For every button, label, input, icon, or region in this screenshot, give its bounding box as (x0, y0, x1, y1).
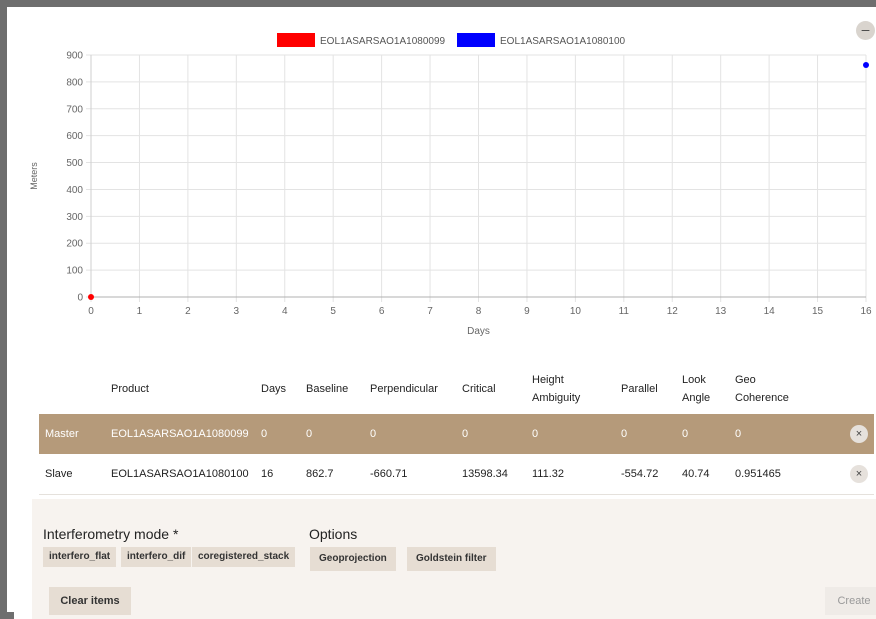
x-axis-label: Days (467, 326, 490, 337)
x-tick-label: 4 (282, 306, 288, 317)
cell-look-angle: 0 (676, 414, 729, 454)
x-tick-label: 10 (570, 306, 582, 317)
cell-role: Slave (39, 454, 105, 494)
y-tick-label: 700 (66, 104, 83, 115)
mode-chip-interfero-flat[interactable]: interfero_flat (43, 547, 117, 567)
y-tick-label: 200 (66, 239, 83, 250)
options-title: Options (309, 526, 358, 542)
x-tick-label: 1 (137, 306, 143, 317)
main-panel: 0 1 2 3 4 5 6 7 8 9 10 11 12 13 14 15 16 0 100 200 300 400 500… (14, 14, 876, 619)
col-header-role (39, 364, 105, 414)
x-tick-label: 7 (427, 306, 433, 317)
table-row-slave[interactable]: Slave EOL1ASARSAO1A1080100 16 862.7 -660… (39, 454, 874, 494)
y-tick-label: 100 (66, 266, 83, 277)
interferometry-mode-title: Interferometry mode * (43, 526, 179, 542)
mode-chip-interfero-dif[interactable]: interfero_dif (121, 547, 192, 567)
clear-items-button[interactable]: Clear items (49, 587, 131, 615)
y-tick-label: 500 (66, 158, 83, 169)
settings-panel: Interferometry mode * interfero_flat int… (32, 499, 876, 619)
cell-baseline: 862.7 (300, 454, 364, 494)
chart-svg: 0 1 2 3 4 5 6 7 8 9 10 11 12 13 14 15 160100200300400500… (29, 33, 872, 337)
cell-parallel: -554.72 (615, 454, 676, 494)
y-tick-label: 400 (66, 185, 83, 196)
cell-product: EOL1ASARSAO1A1080100 (105, 454, 255, 494)
x-tick-label: 9 (524, 306, 530, 317)
x-tick-label: 3 (234, 306, 240, 317)
x-tick-label: 0 (88, 306, 94, 317)
data-point (863, 62, 869, 69)
cell-height-ambiguity: 111.32 (526, 454, 615, 494)
col-header-parallel: Parallel (621, 383, 658, 395)
x-tick-label: 15 (812, 306, 824, 317)
y-axis-label: Meters (29, 162, 39, 190)
cell-geo-coherence: 0.951465 (729, 454, 819, 494)
cell-perpendicular: -660.71 (364, 454, 456, 494)
x-tick-label: 2 (185, 306, 191, 317)
cell-days: 0 (255, 414, 300, 454)
col-header-product: Product (111, 383, 149, 395)
cell-baseline: 0 (300, 414, 364, 454)
legend-label: EOL1ASARSAO1A1080099 (320, 36, 446, 47)
remove-master-button[interactable]: × (850, 425, 868, 443)
cell-critical: 0 (456, 414, 526, 454)
col-header-perpendicular: Perpendicular (370, 383, 438, 395)
y-tick-label: 900 (66, 51, 83, 62)
cell-geo-coherence: 0 (729, 414, 819, 454)
x-tick-label: 6 (379, 306, 385, 317)
collapse-button[interactable]: – (856, 21, 875, 40)
cell-perpendicular: 0 (364, 414, 456, 454)
x-tick-label: 11 (619, 306, 630, 317)
table-row-master[interactable]: Master EOL1ASARSAO1A1080099 0 0 0 0 0 0 … (39, 414, 874, 454)
mode-chip-coregistered-stack[interactable]: coregistered_stack (192, 547, 296, 567)
x-tick-label: 14 (764, 306, 776, 317)
cell-role: Master (39, 414, 105, 454)
y-tick-label: 600 (66, 131, 83, 142)
option-geoprojection-button[interactable]: Geoprojection (310, 547, 396, 571)
remove-slave-button[interactable]: × (850, 464, 868, 483)
look-angle-label: Look Angle (682, 374, 711, 404)
y-tick-label: 800 (66, 77, 83, 88)
cell-days: 16 (255, 454, 300, 494)
col-header-actions (819, 364, 874, 414)
option-goldstein-filter-button[interactable]: Goldstein filter (407, 547, 496, 571)
legend-swatch (457, 33, 495, 47)
x-tick-label: 13 (715, 306, 727, 317)
legend-label: EOL1ASARSAO1A1080100 (500, 36, 626, 47)
col-header-days: Days (261, 383, 287, 395)
create-button[interactable]: Create (825, 587, 876, 615)
window-frame: 0 1 2 3 4 5 6 7 8 9 10 11 12 13 14 15 16 0 100 200 300 400 500… (0, 0, 876, 619)
col-header-baseline: Baseline (306, 383, 349, 395)
products-table: Product Days Baseline Perpendicular Crit… (39, 364, 874, 495)
table-header-row: Product Days Baseline Perpendicular Crit… (39, 364, 874, 414)
cell-remove: × (819, 414, 874, 454)
geo-coherence-label: Geo Coherence (735, 374, 789, 404)
y-tick-label: 0 (77, 293, 83, 304)
height-ambiguity-label: Height Ambiguity (532, 374, 581, 404)
x-tick-label: 12 (667, 306, 679, 317)
cell-parallel: 0 (615, 414, 676, 454)
x-tick-label: 5 (330, 306, 336, 317)
x-tick-label: 8 (476, 306, 482, 317)
cell-product: EOL1ASARSAO1A1080099 (105, 414, 255, 454)
baseline-chart: 0 1 2 3 4 5 6 7 8 9 10 11 12 13 14 15 16 0 100 200 300 400 500… (14, 14, 876, 359)
col-header-look-angle: Look Angle (676, 364, 729, 414)
cell-remove: × (819, 454, 874, 494)
col-header-geo-coherence: Geo Coherence (729, 364, 819, 414)
data-point (88, 294, 94, 300)
col-header-critical: Critical (462, 383, 496, 395)
y-tick-label: 300 (66, 212, 83, 223)
cell-critical: 13598.34 (456, 454, 526, 494)
cell-height-ambiguity: 0 (526, 414, 615, 454)
legend-swatch (277, 33, 315, 47)
x-tick-label: 16 (860, 306, 872, 317)
cell-look-angle: 40.74 (676, 454, 729, 494)
col-header-height-ambiguity: Height Ambiguity (526, 364, 615, 414)
